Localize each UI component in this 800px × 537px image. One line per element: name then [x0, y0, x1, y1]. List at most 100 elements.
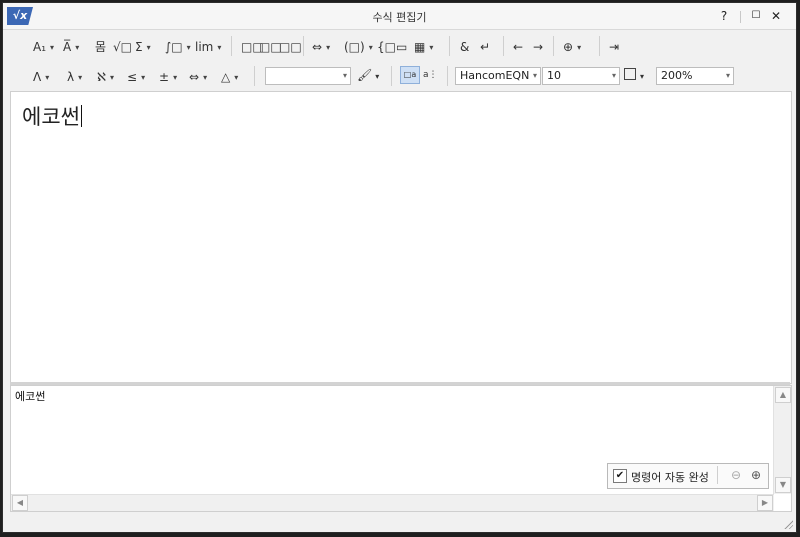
column-button[interactable]: ▭	[396, 37, 407, 57]
display-mode-icon: a⋮	[423, 70, 438, 80]
grid-button[interactable]: ▦	[414, 37, 433, 57]
horizontal-scrollbar[interactable]: ◀ ▶	[11, 494, 774, 511]
chevron-down-icon: ▾	[375, 72, 380, 81]
fraction-icon: 몸	[95, 40, 107, 54]
chevron-down-icon: ▾	[640, 72, 645, 81]
toolbar-row-2: ▾ 🖌▾ □a a⋮ HancomEQN ▾ 10 ▾ ▾ 200% ▾ Λλℵ…	[3, 63, 796, 93]
bracket-button[interactable]: (□)	[344, 37, 373, 57]
style-combo[interactable]: ▾	[265, 67, 351, 85]
formula-render: 에코썬	[22, 101, 82, 131]
move-left-button[interactable]: ←	[513, 37, 523, 57]
grid-icon: ▦	[414, 40, 426, 54]
sum-icon: Σ	[135, 40, 143, 54]
panel-separator	[717, 466, 718, 484]
matrix-tool-3[interactable]: □□	[279, 37, 302, 57]
inline-mode-icon: □a	[403, 70, 417, 79]
paint-icon: 🖌	[357, 68, 373, 82]
text-caret	[80, 105, 82, 127]
color-swatch-icon	[624, 68, 636, 80]
ampersand-button[interactable]: &	[460, 37, 469, 57]
arrow-symbol-icon: ⇔	[189, 70, 200, 84]
greek-upper-icon: Λ	[33, 70, 42, 84]
chevron-down-icon: ▾	[611, 71, 616, 80]
font-combo-value: HancomEQN	[460, 69, 530, 82]
move-right-icon: →	[533, 40, 544, 54]
integral-button[interactable]: ∫□	[165, 37, 191, 57]
equation-editor-window: √x 수식 편집기 ? ☐ ✕ A₁A̅몸√□Σ∫□lim□□□□□□⇔(□){…	[2, 2, 797, 533]
brace-button[interactable]: {□	[377, 37, 396, 57]
misc-symbol-button[interactable]: △	[221, 67, 238, 87]
operator-button[interactable]: ±	[159, 67, 177, 87]
zoom-in-icon[interactable]: ⊕	[748, 467, 764, 483]
operator-icon: ±	[159, 70, 170, 84]
insert-button[interactable]: ⊕	[563, 37, 581, 57]
greek-upper-button[interactable]: Λ	[33, 67, 49, 87]
autocomplete-checkbox[interactable]: ✔	[613, 469, 627, 483]
text-color-button[interactable]: ▾	[624, 65, 644, 85]
decoration-button[interactable]: A̅	[63, 37, 79, 57]
scroll-down-icon[interactable]: ▼	[775, 477, 791, 493]
autocomplete-panel: ✔ 명령어 자동 완성 ⊖ ⊕	[607, 463, 769, 489]
inline-mode-button[interactable]: □a	[400, 66, 420, 84]
subscript-superscript-icon: A₁	[33, 40, 47, 54]
script-text[interactable]: 에코썬	[15, 388, 45, 404]
toolbar-separator	[303, 36, 304, 56]
column-icon: ▭	[396, 40, 408, 54]
autocomplete-label: 명령어 자동 완성	[631, 471, 709, 484]
newline-icon: ↵	[480, 40, 491, 54]
size-combo[interactable]: 10 ▾	[542, 67, 620, 85]
chevron-down-icon: ▾	[532, 71, 537, 80]
limit-icon: lim	[195, 40, 214, 54]
chevron-down-icon: ▾	[725, 71, 730, 80]
relation-icon: ≤	[127, 70, 138, 84]
root-button[interactable]: √□	[113, 37, 132, 57]
greek-lower-icon: λ	[67, 70, 75, 84]
color-dropper-button[interactable]: 🖌 ▾	[357, 65, 379, 85]
toolbar-separator	[449, 36, 450, 56]
matrix-tool-3-icon: □□	[279, 40, 302, 54]
fraction-button[interactable]: 몸	[95, 37, 106, 57]
greek-lower-button[interactable]: λ	[67, 67, 82, 87]
zoom-out-icon[interactable]: ⊖	[728, 467, 744, 483]
arrow-button[interactable]: ⇔	[312, 37, 330, 57]
move-right-button[interactable]: →	[533, 37, 543, 57]
toolbar-row-1: A₁A̅몸√□Σ∫□lim□□□□□□⇔(□){□▭▦&↵←→⊕⇥	[3, 33, 796, 63]
display-mode-button[interactable]: a⋮	[423, 65, 438, 85]
limit-button[interactable]: lim	[195, 37, 221, 57]
size-combo-value: 10	[547, 69, 561, 82]
decoration-icon: A̅	[63, 40, 72, 54]
brace-icon: {□	[377, 40, 396, 54]
insert-icon: ⊕	[563, 40, 574, 54]
zoom-combo-value: 200%	[661, 69, 693, 82]
toolbar-separator	[231, 36, 232, 56]
scroll-right-icon[interactable]: ▶	[757, 495, 773, 511]
script-editor[interactable]: 에코썬 ▲ ▼ ◀ ▶	[10, 385, 792, 512]
hebrew-button[interactable]: ℵ	[97, 67, 114, 87]
sum-button[interactable]: Σ	[135, 37, 151, 57]
maximize-button[interactable]: ☐	[747, 7, 765, 25]
exit-icon: ⇥	[609, 40, 620, 54]
move-left-icon: ←	[513, 40, 524, 54]
chevron-down-icon: ▾	[342, 71, 347, 80]
font-combo[interactable]: HancomEQN ▾	[455, 67, 541, 85]
formula-text: 에코썬	[22, 105, 80, 129]
toolbar-separator	[599, 36, 600, 56]
help-button[interactable]: ?	[715, 7, 733, 25]
subscript-superscript-button[interactable]: A₁	[33, 37, 54, 57]
toolbar-separator	[391, 66, 392, 86]
close-button[interactable]: ✕	[767, 7, 785, 25]
arrow-symbol-button[interactable]: ⇔	[189, 67, 207, 87]
formula-canvas[interactable]: 에코썬	[10, 91, 792, 384]
scroll-up-icon[interactable]: ▲	[775, 387, 791, 403]
scroll-left-icon[interactable]: ◀	[12, 495, 28, 511]
arrow-icon: ⇔	[312, 40, 323, 54]
root-icon: √□	[113, 40, 132, 54]
zoom-combo[interactable]: 200% ▾	[656, 67, 734, 85]
newline-button[interactable]: ↵	[480, 37, 490, 57]
exit-button[interactable]: ⇥	[609, 37, 619, 57]
misc-symbol-icon: △	[221, 70, 231, 84]
resize-grip-icon[interactable]	[783, 519, 793, 529]
vertical-scrollbar[interactable]: ▲ ▼	[773, 386, 791, 494]
relation-button[interactable]: ≤	[127, 67, 145, 87]
status-bar	[3, 512, 796, 532]
